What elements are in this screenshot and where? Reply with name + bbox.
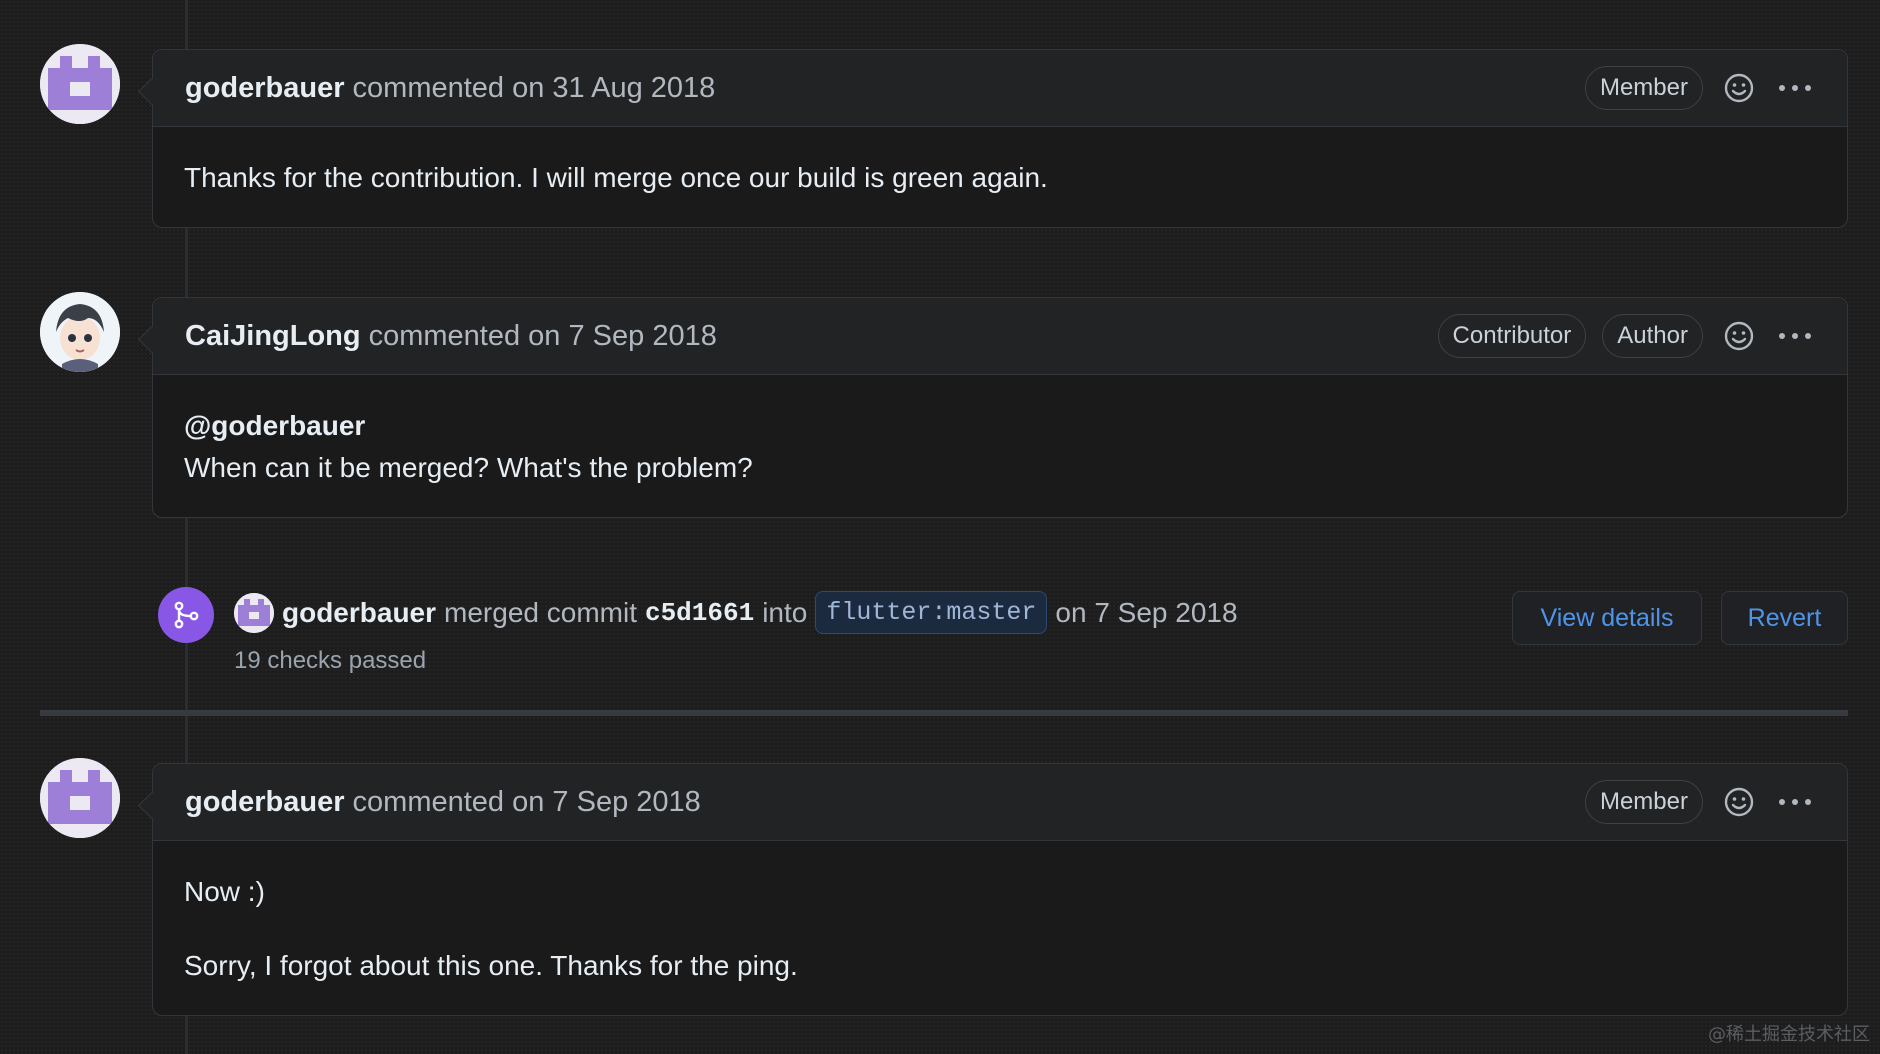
view-details-button[interactable]: View details [1512,591,1702,645]
comment-author[interactable]: goderbauer [185,72,345,105]
merge-event: goderbauer merged commit c5d1661 into fl… [158,585,1848,685]
comment-body: Now :) Sorry, I forgot about this one. T… [153,841,1847,1015]
comment-author[interactable]: CaiJingLong [185,320,361,353]
commit-sha-link[interactable]: c5d1661 [645,598,754,628]
anime-avatar-icon [40,292,120,372]
identicon-icon [40,44,120,124]
branch-label[interactable]: flutter:master [815,591,1048,634]
comment-box: goderbauer commented on 7 Sep 2018 Membe… [152,763,1848,1016]
avatar[interactable] [234,592,274,633]
avatar[interactable] [40,758,120,838]
comment-header: goderbauer commented on 31 Aug 2018 Memb… [153,50,1847,127]
comment-author[interactable]: goderbauer [185,786,345,819]
comment-timestamp[interactable]: commented on 7 Sep 2018 [353,786,701,819]
role-badge: Member [1584,66,1703,110]
merge-author[interactable]: goderbauer [282,597,436,629]
comment-paragraph: When can it be merged? What's the proble… [184,452,753,483]
merge-summary: goderbauer merged commit c5d1661 into fl… [234,591,1238,634]
role-badge: Author [1602,314,1703,358]
more-options-icon[interactable] [1775,68,1815,108]
user-mention-link[interactable]: @goderbauer [184,405,1816,447]
role-badge: Contributor [1437,314,1587,358]
identicon-icon [234,592,274,633]
more-options-icon[interactable] [1775,782,1815,822]
reaction-smiley-icon[interactable] [1719,782,1759,822]
identicon-icon [40,758,120,838]
merge-date[interactable]: on 7 Sep 2018 [1055,597,1237,629]
role-badge: Member [1584,780,1703,824]
more-options-icon[interactable] [1775,316,1815,356]
checks-status[interactable]: 19 checks passed [234,647,426,675]
git-merge-icon [158,587,214,643]
into-text: into [762,596,808,628]
revert-button[interactable]: Revert [1721,591,1848,645]
comment-header: goderbauer commented on 7 Sep 2018 Membe… [153,764,1847,841]
comment-header: CaiJingLong commented on 7 Sep 2018 Cont… [153,298,1847,375]
comment-paragraph: Sorry, I forgot about this one. Thanks f… [184,950,798,981]
reaction-smiley-icon[interactable] [1719,316,1759,356]
reaction-smiley-icon[interactable] [1719,68,1759,108]
avatar[interactable] [40,44,120,124]
comment-body: @goderbauer When can it be merged? What'… [153,375,1847,517]
merge-text: merged commit [444,596,637,628]
comment-timestamp[interactable]: commented on 7 Sep 2018 [369,320,717,353]
comment-timestamp[interactable]: commented on 31 Aug 2018 [353,72,716,105]
comment-box: goderbauer commented on 31 Aug 2018 Memb… [152,49,1848,228]
watermark: @稀土掘金技术社区 [1708,1024,1870,1045]
comment-paragraph: Thanks for the contribution. I will merg… [184,162,1048,193]
comment-paragraph: Now :) [184,876,265,907]
timeline-divider [40,710,1848,716]
avatar[interactable] [40,292,120,372]
comment-body: Thanks for the contribution. I will merg… [153,127,1847,227]
comment-box: CaiJingLong commented on 7 Sep 2018 Cont… [152,297,1848,518]
